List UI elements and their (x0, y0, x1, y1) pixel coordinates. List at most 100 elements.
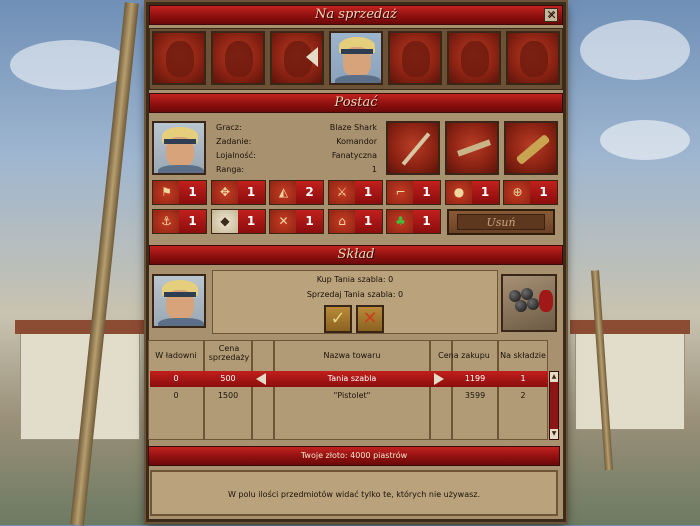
skill-cannonballs: ● 1 (444, 180, 500, 205)
roof (570, 320, 690, 334)
spyglass-slot[interactable] (504, 121, 558, 175)
col-sell-arrow (252, 340, 274, 440)
skill-flag: ⚑ 1 (152, 180, 207, 205)
row1-buy-price: 3599 (464, 391, 486, 400)
skill-value: 1 (354, 181, 382, 204)
helmet-icon: ⌂ (328, 210, 356, 233)
row1-name[interactable]: "Pistolet" (274, 388, 430, 404)
skill-value: 1 (179, 181, 206, 204)
saber-icon (401, 132, 431, 166)
header-sell-price: Cena sprzedaży (208, 344, 250, 362)
skill-value: 1 (296, 210, 323, 233)
sextant-icon: ◭ (270, 181, 297, 204)
skill-clover: ♣ 1 (386, 209, 441, 234)
row1-in-stock: 2 (520, 391, 526, 400)
silhouette-icon (520, 41, 548, 77)
skill-sextant: ◭ 2 (269, 180, 324, 205)
gold-amount: Twoje złoto: 4000 piastrów (148, 446, 560, 466)
skill-value: 1 (471, 181, 499, 204)
crosshair-icon: ⊕ (504, 181, 531, 204)
scroll-up-icon[interactable]: ▲ (550, 372, 558, 382)
buy-line: Kup Tania szabla: 0 (316, 275, 394, 284)
character-slot-selected[interactable] (329, 31, 383, 85)
carousel-prev-arrow-icon[interactable] (306, 47, 318, 67)
window-title: Na sprzedaż (315, 7, 397, 22)
character-slot-empty[interactable] (388, 31, 442, 85)
crossed-swords-icon: ⚔ (328, 181, 356, 204)
cancel-button[interactable]: ✕ (356, 305, 384, 333)
shield-icon: ◆ (211, 210, 239, 233)
skill-value: 1 (237, 181, 265, 204)
silhouette-icon (225, 41, 253, 77)
skill-value: 2 (296, 181, 323, 204)
skill-value: 1 (530, 181, 557, 204)
storage-section-title: Skład (337, 247, 375, 262)
spyglass-icon (515, 133, 551, 166)
character-slot-empty[interactable] (447, 31, 501, 85)
header-in-stock: Na składzie (500, 351, 546, 360)
skill-value: 1 (237, 210, 265, 233)
row1-in-hold: 0 (173, 391, 179, 400)
pistol-slot[interactable] (445, 121, 499, 175)
skill-crosshair: ⊕ 1 (503, 180, 558, 205)
skill-compass: ✥ 1 (210, 180, 266, 205)
info-message: W polu ilości przedmiotów widać tylko te… (150, 470, 558, 516)
flag-icon: ⚑ (153, 181, 180, 204)
skill-shield: ◆ 1 (210, 209, 266, 234)
header-name: Nazwa towaru (323, 351, 381, 360)
row0-in-stock: 1 (520, 374, 526, 383)
character-slot-empty[interactable] (152, 31, 206, 85)
header-in-hold: W ładowni (155, 351, 197, 360)
skill-pistol: ⌐ 1 (386, 180, 441, 205)
cloud (580, 20, 690, 80)
skill-value: 1 (179, 210, 206, 233)
grappling-hook-icon: ⚓ (153, 210, 180, 233)
trade-summary: Kup Tania szabla: 0 Sprzedaj Tania szabl… (212, 270, 498, 334)
row0-in-hold: 0 (173, 374, 179, 383)
row0-buy-price: 1199 (464, 374, 486, 383)
skill-grappling-hook: ⚓ 1 (152, 209, 207, 234)
saber-slot[interactable] (386, 121, 440, 175)
row0-sell-price: 500 (220, 374, 236, 383)
cloud (10, 40, 130, 90)
delete-button-label: Usuń (457, 214, 545, 230)
cloud (600, 120, 690, 160)
delete-button[interactable]: Usuń (447, 209, 555, 235)
row0-name[interactable]: Tania szabla (274, 371, 430, 387)
pistol-icon: ⌐ (387, 181, 414, 204)
scroll-down-icon[interactable]: ▼ (550, 429, 558, 439)
character-section-title: Postać (334, 95, 378, 110)
rank-value: 1 (371, 165, 377, 174)
character-section-header: Postać (149, 93, 563, 113)
close-button[interactable]: ✕ (544, 8, 558, 22)
task-label: Zadanie: (216, 137, 252, 146)
silhouette-icon (461, 41, 489, 77)
merchant-portrait (152, 274, 206, 328)
character-slot-empty[interactable] (506, 31, 560, 85)
building (575, 330, 685, 430)
skill-tools: ✕ 1 (269, 209, 324, 234)
silhouette-icon (402, 41, 430, 77)
roof (15, 320, 145, 334)
player-label: Gracz: (216, 123, 242, 132)
window-title-bar: Na sprzedaż ✕ (149, 5, 563, 25)
buy-arrow-icon[interactable] (434, 373, 444, 385)
player-value: Blaze Shark (329, 123, 377, 132)
row1-sell-price: 1500 (217, 391, 239, 400)
character-slot-empty[interactable] (211, 31, 265, 85)
sell-arrow-icon[interactable] (256, 373, 266, 385)
sell-line: Sprzedaj Tania szabla: 0 (306, 290, 404, 299)
loyalty-label: Lojalność: (216, 151, 256, 160)
skill-value: 1 (413, 181, 440, 204)
accept-button[interactable]: ✓ (324, 305, 352, 333)
skill-value: 1 (413, 210, 440, 233)
table-scrollbar[interactable]: ▲ ▼ (549, 371, 559, 440)
clover-icon: ♣ (387, 210, 414, 233)
tools-icon: ✕ (270, 210, 297, 233)
skill-value: 1 (354, 210, 382, 233)
compass-icon: ✥ (211, 181, 239, 204)
skill-crossed-swords: ⚔ 1 (327, 180, 383, 205)
loyalty-value: Fanatyczna (331, 151, 377, 160)
header-buy-price: Cena zakupu (438, 351, 490, 360)
storage-section-header: Skład (149, 245, 563, 265)
